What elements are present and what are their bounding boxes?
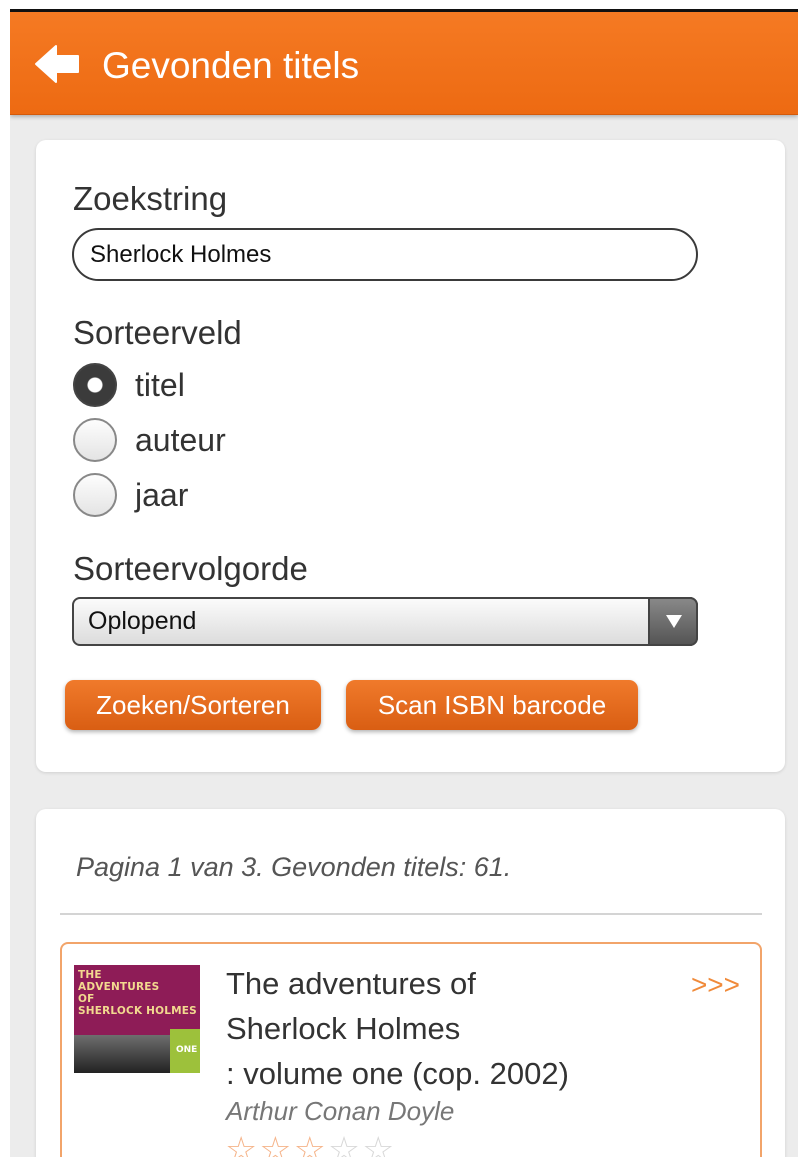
sort-order-label: Sorteervolgorde [73,550,308,587]
sort-option-label: auteur [135,421,226,458]
sort-option-titel[interactable]: titel [73,362,185,408]
star-icon: ☆ [225,1129,258,1157]
book-cover-image: THE ADVENTURES OF SHERLOCK HOLMES ONE [74,965,200,1073]
query-label: Zoekstring [73,180,228,217]
results-summary: Pagina 1 van 3. Gevonden titels: 61. [76,852,512,882]
back-arrow-icon[interactable] [34,44,80,84]
search-card: Zoekstring Sorteerveld titel auteur jaar… [36,140,785,772]
sort-order-value: Oplopend [88,607,197,635]
search-input[interactable] [72,228,698,281]
details-link[interactable]: >>> [691,969,740,1001]
cover-volume-tag: ONE [170,1029,200,1073]
search-sort-button[interactable]: Zoeken/Sorteren [65,680,321,730]
star-rating: ☆ ☆ ☆ ☆ ☆ [225,1132,394,1157]
cover-text: THE ADVENTURES OF SHERLOCK HOLMES [78,969,197,1017]
sort-field-label: Sorteerveld [73,314,242,351]
result-list-item[interactable]: THE ADVENTURES OF SHERLOCK HOLMES ONE Th… [60,942,762,1157]
star-icon: ☆ [327,1129,361,1157]
page-title: Gevonden titels [102,45,360,86]
sort-option-label: titel [135,366,185,403]
radio-button[interactable] [73,418,117,462]
radio-button-checked[interactable] [73,363,117,407]
book-author: Arthur Conan Doyle [226,1096,455,1126]
divider [60,913,762,915]
scan-isbn-button[interactable]: Scan ISBN barcode [346,680,638,730]
app-viewport: Gevonden titels Zoekstring Sorteerveld t… [10,12,798,1157]
radio-button[interactable] [73,473,117,517]
chevron-down-icon[interactable] [648,597,698,646]
star-icon: ☆ [259,1129,292,1157]
status-bar-edge [0,0,798,12]
book-title: The adventures of Sherlock Holmes : volu… [226,966,569,1091]
sort-option-label: jaar [135,476,189,513]
app-header: Gevonden titels [10,12,798,115]
sort-option-jaar[interactable]: jaar [73,472,188,518]
star-icon: ☆ [293,1129,326,1157]
sort-option-auteur[interactable]: auteur [73,417,226,463]
sort-order-select[interactable]: Oplopend [72,597,698,646]
star-icon: ☆ [362,1129,395,1157]
results-card: Pagina 1 van 3. Gevonden titels: 61. THE… [36,809,785,1157]
